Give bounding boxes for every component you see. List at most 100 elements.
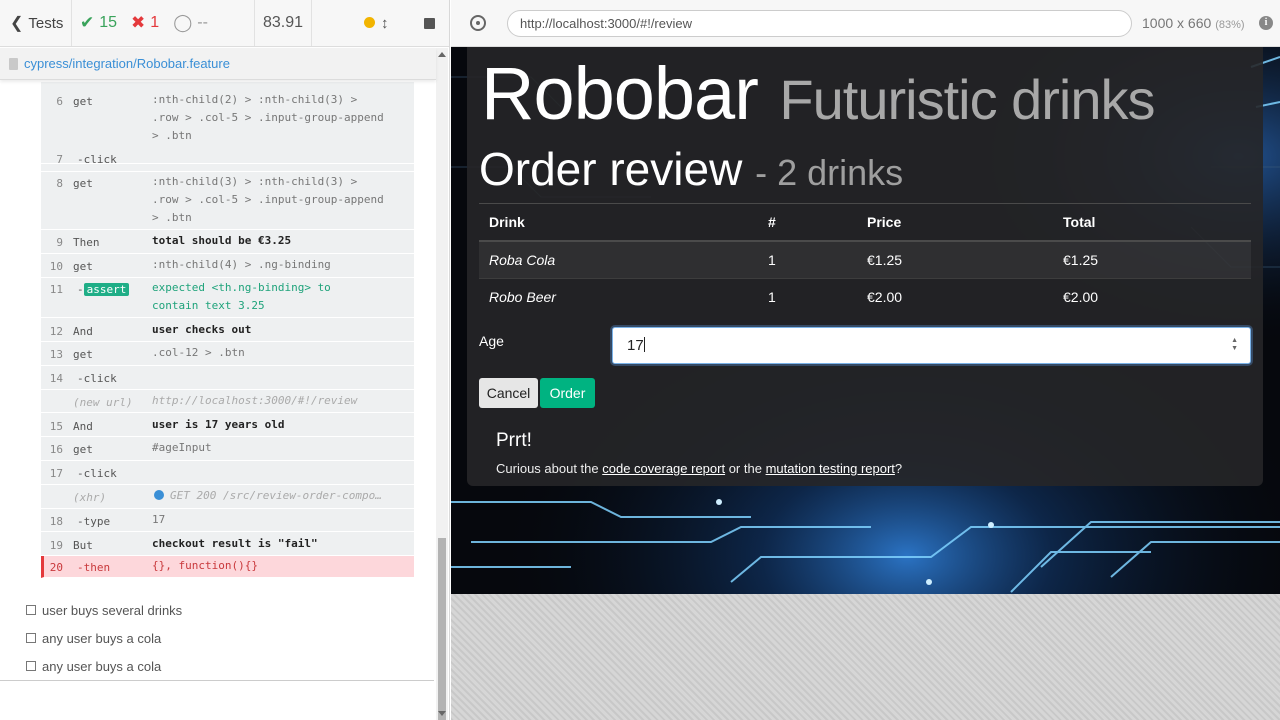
command-name: And xyxy=(73,420,93,433)
url-bar[interactable]: http://localhost:3000/#!/review xyxy=(507,10,1132,37)
test-checkbox-icon xyxy=(26,605,36,615)
scroll-down-icon[interactable] xyxy=(438,711,446,716)
column-header-price: Price xyxy=(857,204,1053,242)
scroll-thumb[interactable] xyxy=(438,538,446,720)
command-name: But xyxy=(73,539,93,552)
mutation-testing-link[interactable]: mutation testing report xyxy=(766,461,895,476)
drink-name: Roba Cola xyxy=(479,240,758,278)
command-row[interactable]: (new url) http://localhost:3000/#!/revie… xyxy=(41,390,414,413)
command-row[interactable]: 7 -click xyxy=(41,148,414,172)
viewport-dimensions: 1000 x 660 xyxy=(1142,15,1212,31)
command-name: -click xyxy=(77,153,117,166)
brand-tagline: Futuristic drinks xyxy=(779,68,1155,131)
drink-total: €1.25 xyxy=(1053,240,1251,278)
viewport-scale: (83%) xyxy=(1215,19,1245,31)
command-number: 11 xyxy=(49,283,63,296)
failed-stat: ✖ 1 xyxy=(131,13,159,33)
cancel-button[interactable]: Cancel xyxy=(479,378,538,408)
command-number: 17 xyxy=(49,467,63,480)
command-row[interactable]: 9 Then total should be €3.25 xyxy=(41,230,414,254)
drink-total: €2.00 xyxy=(1053,277,1251,315)
check-icon: ✔ xyxy=(80,13,95,32)
drink-price: €1.25 xyxy=(857,240,1053,278)
command-message: checkout result is "fail" xyxy=(152,537,318,550)
column-header-drink: Drink xyxy=(479,204,758,242)
brand-title: Robobar xyxy=(481,52,759,135)
age-label: Age xyxy=(479,333,504,349)
app-under-test: Robobar Futuristic drinks Order review -… xyxy=(451,47,1280,594)
number-spinner[interactable]: ▲ ▼ xyxy=(1231,337,1238,353)
auto-scroll-toggle[interactable]: ↕ xyxy=(364,15,389,32)
test-title: any user buys a cola xyxy=(42,658,162,674)
command-name: get xyxy=(73,443,93,456)
command-message: :nth-child(4) > .ng-binding xyxy=(152,258,331,271)
test-checkbox-icon xyxy=(26,661,36,671)
order-button[interactable]: Order xyxy=(540,378,595,408)
command-name: (xhr) xyxy=(73,491,107,504)
command-name: get xyxy=(73,95,93,108)
run-controls: ↕ xyxy=(312,0,449,46)
command-number: 8 xyxy=(56,177,63,190)
column-header-count: # xyxy=(758,204,857,242)
command-message: #ageInput xyxy=(152,441,212,454)
selector-playground-icon[interactable] xyxy=(470,15,486,31)
stop-icon[interactable] xyxy=(424,17,435,29)
tests-back-button[interactable]: ❮ Tests xyxy=(0,0,72,46)
command-message: :nth-child(3) > :nth-child(3) > .row > .… xyxy=(152,175,384,224)
spec-path-link[interactable]: cypress/integration/Robobar.feature xyxy=(24,56,230,71)
footer-text-1: Curious about the xyxy=(496,461,603,476)
command-number: 20 xyxy=(49,561,63,574)
command-row[interactable]: 19 But checkout result is "fail" xyxy=(41,532,414,556)
command-row[interactable]: 14 -click xyxy=(41,366,414,390)
aut-header: http://localhost:3000/#!/review 1000 x 6… xyxy=(451,0,1280,47)
command-name: And xyxy=(73,325,93,338)
passed-count: 15 xyxy=(99,14,118,31)
cross-icon: ✖ xyxy=(131,13,146,32)
reporter-scrollbar[interactable] xyxy=(436,48,448,720)
command-row[interactable]: 18 -type 17 xyxy=(41,509,414,532)
command-number: 14 xyxy=(49,372,63,385)
viewport-outside-area xyxy=(451,594,1280,720)
info-icon[interactable]: i xyxy=(1259,16,1273,30)
command-message: total should be €3.25 xyxy=(152,234,292,247)
command-row[interactable]: 10 get :nth-child(4) > .ng-binding xyxy=(41,254,414,278)
scroll-up-icon[interactable] xyxy=(438,52,446,57)
command-row[interactable]: 12 And user checks out xyxy=(41,318,414,342)
viewport-size: 1000 x 660 (83%) xyxy=(1142,15,1245,31)
command-row[interactable]: 8 get :nth-child(3) > :nth-child(3) > .r… xyxy=(41,172,414,230)
age-input[interactable]: 17 ▲ ▼ xyxy=(612,327,1251,364)
command-row[interactable]: (xhr) GET 200 /src/review-order-compo… xyxy=(41,485,414,509)
test-checkbox-icon xyxy=(26,633,36,643)
order-table: Drink # Price Total Roba Cola 1 €1.25 €1… xyxy=(479,204,1251,315)
test-item[interactable]: user buys several drinks xyxy=(26,596,182,624)
command-row[interactable]: 15 And user is 17 years old xyxy=(41,413,414,437)
command-row[interactable]: 11 - assert expected <th.ng-binding> to c… xyxy=(41,278,414,318)
test-item[interactable]: any user buys a cola xyxy=(26,624,182,652)
command-row[interactable]: 13 get .col-12 > .btn xyxy=(41,342,414,366)
file-icon xyxy=(9,57,18,70)
command-row-failed[interactable]: 20 -then {}, function(){} xyxy=(41,556,414,578)
table-row: Roba Cola 1 €1.25 €1.25 xyxy=(479,240,1251,278)
command-row[interactable]: 16 get #ageInput xyxy=(41,437,414,461)
code-coverage-link[interactable]: code coverage report xyxy=(602,461,725,476)
test-item[interactable]: any user buys a cola xyxy=(26,652,182,680)
drink-quantity: 1 xyxy=(758,277,857,315)
command-name: get xyxy=(73,177,93,190)
command-message: .col-12 > .btn xyxy=(152,346,245,359)
command-row[interactable]: 17 -click xyxy=(41,461,414,485)
failed-count: 1 xyxy=(150,14,160,31)
site-brand: Robobar Futuristic drinks xyxy=(481,51,1156,143)
command-name: -click xyxy=(77,372,117,385)
drink-count: - 2 drinks xyxy=(755,152,904,193)
command-number: 16 xyxy=(49,443,63,456)
assert-badge: assert xyxy=(83,283,130,296)
command-log: 6 get :nth-child(2) > :nth-child(3) > .r… xyxy=(41,82,414,578)
age-value: 17 xyxy=(627,337,644,354)
passed-stat: ✔ 15 xyxy=(80,13,117,33)
command-number: 15 xyxy=(49,420,63,433)
drink-price: €2.00 xyxy=(857,277,1053,315)
pending-count: -- xyxy=(197,14,208,31)
status-dot-icon xyxy=(364,16,375,28)
command-name: (new url) xyxy=(73,396,133,409)
drink-quantity: 1 xyxy=(758,240,857,278)
